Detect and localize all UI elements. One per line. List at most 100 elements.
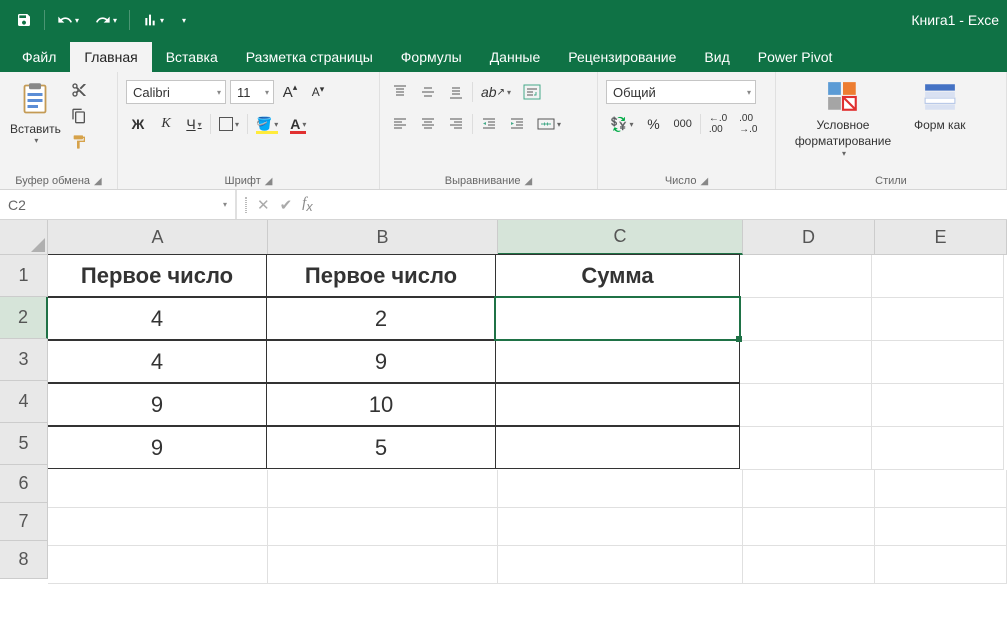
paste-button[interactable]: Вставить ▾	[6, 76, 65, 147]
tab-powerpivot[interactable]: Power Pivot	[744, 42, 847, 72]
cell-B3[interactable]: 9	[266, 340, 496, 383]
font-color-button[interactable]: A▾	[286, 112, 310, 136]
cell-C7[interactable]	[498, 508, 743, 546]
cell-E6[interactable]	[875, 470, 1007, 508]
copy-button[interactable]	[69, 106, 89, 126]
align-right-button[interactable]	[444, 112, 468, 136]
cell-C1[interactable]: Сумма	[495, 254, 740, 297]
row-header[interactable]: 7	[0, 503, 48, 541]
dropdown-arrow[interactable]: ▾	[223, 200, 227, 209]
cell-A7[interactable]	[48, 508, 268, 546]
tab-view[interactable]: Вид	[690, 42, 743, 72]
select-all-corner[interactable]	[0, 220, 48, 255]
number-format-combo[interactable]: Общий▾	[606, 80, 756, 104]
tab-data[interactable]: Данные	[476, 42, 555, 72]
align-middle-button[interactable]	[416, 80, 440, 104]
cell-D5[interactable]	[740, 427, 872, 470]
cell-E4[interactable]	[872, 384, 1004, 427]
orientation-button[interactable]: ab↗▾	[477, 80, 515, 104]
underline-button[interactable]: Ч▾	[182, 112, 206, 136]
cell-B8[interactable]	[268, 546, 498, 584]
accounting-format-button[interactable]: 💱▾	[606, 112, 637, 136]
merge-button[interactable]: ▾	[533, 112, 565, 136]
column-header[interactable]: B	[268, 220, 498, 255]
cell-A6[interactable]	[48, 470, 268, 508]
cell-A1[interactable]: Первое число	[48, 254, 267, 297]
cell-A5[interactable]: 9	[48, 426, 267, 469]
cell-D2[interactable]	[740, 298, 872, 341]
cell-E7[interactable]	[875, 508, 1007, 546]
formula-input[interactable]	[321, 197, 1007, 213]
decrease-indent-button[interactable]	[477, 112, 501, 136]
dialog-launcher[interactable]: ◢	[525, 176, 533, 187]
expand-button[interactable]	[245, 197, 247, 213]
dialog-launcher[interactable]: ◢	[94, 176, 102, 187]
name-box[interactable]: ▾	[0, 190, 236, 219]
cell-A8[interactable]	[48, 546, 268, 584]
align-top-button[interactable]	[388, 80, 412, 104]
cell-D7[interactable]	[743, 508, 875, 546]
align-bottom-button[interactable]	[444, 80, 468, 104]
italic-button[interactable]: К	[154, 112, 178, 136]
fill-color-button[interactable]: 🪣▾	[252, 112, 282, 136]
decrease-font-button[interactable]: A▾	[306, 80, 330, 104]
conditional-formatting-button[interactable]: Условное форматирование▾	[782, 76, 904, 164]
cell-B4[interactable]: 10	[266, 383, 496, 426]
cell-C3[interactable]	[495, 340, 740, 383]
column-header[interactable]: D	[743, 220, 875, 255]
cell-C5[interactable]	[495, 426, 740, 469]
decrease-decimal-button[interactable]: .00→.0	[735, 112, 761, 136]
cell-E2[interactable]	[872, 298, 1004, 341]
bold-button[interactable]: Ж	[126, 112, 150, 136]
cut-button[interactable]	[69, 80, 89, 100]
row-header[interactable]: 4	[0, 381, 48, 423]
fx-button[interactable]: fx	[302, 195, 312, 214]
cell-E1[interactable]	[872, 255, 1004, 298]
cell-C6[interactable]	[498, 470, 743, 508]
increase-decimal-button[interactable]: ←.0.00	[705, 112, 731, 136]
row-header[interactable]: 6	[0, 465, 48, 503]
borders-button[interactable]: ▾	[215, 112, 243, 136]
name-box-input[interactable]	[8, 197, 227, 213]
format-as-table-button[interactable]: Форм как	[908, 76, 972, 138]
cell-D4[interactable]	[740, 384, 872, 427]
format-painter-button[interactable]	[69, 132, 89, 152]
cell-B1[interactable]: Первое число	[266, 254, 496, 297]
font-name-combo[interactable]: Calibri▾	[126, 80, 226, 104]
cell-D1[interactable]	[740, 255, 872, 298]
qat-customize[interactable]: ▾	[172, 11, 194, 30]
cell-A4[interactable]: 9	[48, 383, 267, 426]
cancel-button[interactable]: ✕	[257, 196, 270, 214]
cell-B7[interactable]	[268, 508, 498, 546]
comma-style-button[interactable]: 000	[669, 112, 695, 136]
column-header[interactable]: C	[498, 220, 743, 255]
cell-E5[interactable]	[872, 427, 1004, 470]
percent-button[interactable]: %	[641, 112, 665, 136]
cell-D6[interactable]	[743, 470, 875, 508]
wrap-text-button[interactable]	[519, 80, 545, 104]
align-center-button[interactable]	[416, 112, 440, 136]
cell-B6[interactable]	[268, 470, 498, 508]
row-header[interactable]: 3	[0, 339, 48, 381]
undo-button[interactable]: ▾	[49, 7, 87, 33]
row-header[interactable]: 5	[0, 423, 48, 465]
save-button[interactable]	[8, 7, 40, 33]
cell-B5[interactable]: 5	[266, 426, 496, 469]
increase-font-button[interactable]: A▴	[278, 80, 302, 104]
tab-file[interactable]: Файл	[8, 42, 70, 72]
cell-C4[interactable]	[495, 383, 740, 426]
cell-C2[interactable]	[495, 297, 740, 340]
column-header[interactable]: E	[875, 220, 1007, 255]
dialog-launcher[interactable]: ◢	[265, 176, 273, 187]
enter-button[interactable]: ✔	[280, 196, 293, 214]
column-header[interactable]: A	[48, 220, 268, 255]
font-size-combo[interactable]: 11▾	[230, 80, 274, 104]
dialog-launcher[interactable]: ◢	[700, 176, 708, 187]
increase-indent-button[interactable]	[505, 112, 529, 136]
tab-formulas[interactable]: Формулы	[387, 42, 476, 72]
cell-B2[interactable]: 2	[266, 297, 496, 340]
chart-button[interactable]: ▾	[134, 7, 172, 33]
tab-insert[interactable]: Вставка	[152, 42, 232, 72]
cell-E8[interactable]	[875, 546, 1007, 584]
tab-home[interactable]: Главная	[70, 42, 151, 72]
